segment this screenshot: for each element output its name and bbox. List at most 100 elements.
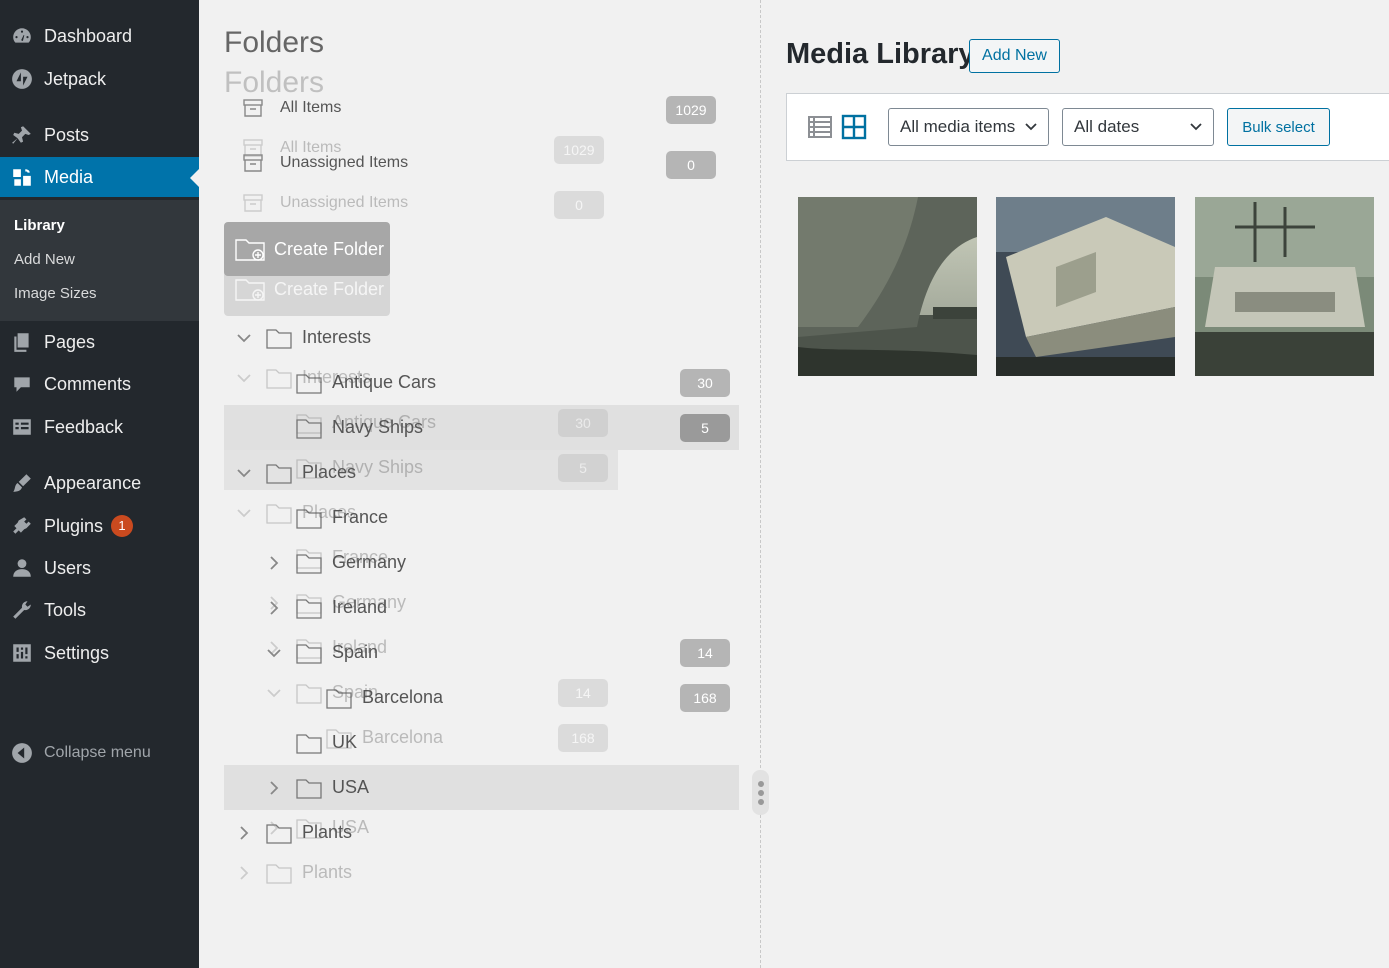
- ship-tower-image: [1195, 197, 1374, 376]
- create-folder-button[interactable]: Create Folder: [224, 222, 390, 276]
- folder-count: 168: [680, 684, 730, 712]
- ghost-row: Spain 14: [264, 670, 608, 715]
- menu-appearance[interactable]: Appearance: [0, 463, 199, 503]
- plug-icon: [0, 515, 44, 537]
- menu-feedback[interactable]: Feedback: [0, 407, 199, 447]
- collapse-menu-button[interactable]: Collapse menu: [0, 735, 199, 771]
- ghost-label: France: [332, 547, 389, 567]
- menu-jetpack[interactable]: Jetpack: [0, 59, 199, 99]
- all-items-row[interactable]: All Items 1029: [224, 88, 728, 128]
- menu-settings[interactable]: Settings: [0, 633, 199, 673]
- carrier-deck-image: [996, 197, 1175, 376]
- ghost-unassigned: Unassigned Items 0: [224, 183, 604, 223]
- ghost-count: 14: [558, 679, 608, 707]
- grid-view-icon[interactable]: [841, 114, 867, 140]
- menu-posts[interactable]: Posts: [0, 115, 199, 155]
- ghost-label: Places: [302, 502, 357, 522]
- chevron-down-icon: [1190, 123, 1202, 131]
- bulk-select-button[interactable]: Bulk select: [1227, 108, 1330, 146]
- panel-divider: [760, 0, 761, 968]
- ghost-label: Barcelona: [362, 727, 444, 747]
- archive-icon: [238, 96, 268, 120]
- dashboard-icon: [0, 25, 44, 47]
- chevron-right-icon[interactable]: [234, 823, 254, 843]
- date-filter[interactable]: All dates: [1062, 108, 1214, 146]
- ghost-row: Plants: [234, 850, 352, 895]
- folder-interests[interactable]: Interests: [234, 315, 371, 360]
- chevron-right-icon[interactable]: [264, 778, 284, 798]
- folder-count: 30: [680, 369, 730, 397]
- media-thumbnail[interactable]: [798, 197, 977, 376]
- media-thumbnail[interactable]: [996, 197, 1175, 376]
- ghost-label: Germany: [332, 592, 407, 612]
- ghost-row: France: [264, 535, 388, 580]
- media-thumbnail[interactable]: [1195, 197, 1374, 376]
- ghost-label: Spain: [332, 682, 379, 702]
- ghost-label: Plants: [302, 862, 353, 882]
- menu-label: Settings: [44, 642, 110, 663]
- pin-icon: [0, 124, 44, 146]
- all-items-label: All Items: [280, 99, 342, 116]
- menu-plugins[interactable]: Plugins 1: [0, 506, 199, 546]
- chevron-down-icon[interactable]: [234, 463, 254, 483]
- feedback-icon: [0, 416, 44, 438]
- ghost-count: 5: [558, 454, 608, 482]
- menu-label: Comments: [44, 373, 132, 394]
- ghost-row: USA: [264, 805, 369, 850]
- submenu-add-new[interactable]: Add New: [14, 251, 75, 268]
- jetpack-icon: [0, 68, 44, 90]
- ship-bow-image: [798, 197, 977, 376]
- menu-media[interactable]: Media: [0, 157, 199, 197]
- media-library: Media Library Add New All media items Al…: [762, 0, 1389, 968]
- media-submenu: Library Add New Image Sizes: [0, 200, 199, 321]
- archive-icon: [238, 151, 268, 175]
- submenu-library[interactable]: Library: [14, 217, 65, 234]
- date-filter-value: All dates: [1074, 117, 1140, 136]
- ghost-row: Antique Cars 30: [264, 400, 608, 445]
- collapse-arrow-icon: [0, 742, 44, 764]
- ghost-row: Navy Ships 5: [264, 445, 608, 490]
- add-new-button[interactable]: Add New: [969, 39, 1060, 73]
- ghost-row: Ireland: [264, 625, 387, 670]
- list-view-icon[interactable]: [807, 114, 833, 140]
- unassigned-items-count: 0: [666, 151, 716, 179]
- folder-count: 14: [680, 639, 730, 667]
- wrench-icon: [0, 599, 44, 621]
- ghost-row: Interests: [234, 355, 371, 400]
- menu-comments[interactable]: Comments: [0, 364, 199, 404]
- ghost-label: Navy Ships: [332, 457, 424, 477]
- media-icon: [0, 166, 44, 188]
- ghost-row: Places: [234, 490, 356, 535]
- menu-label: Jetpack: [44, 68, 107, 89]
- plugin-update-badge: 1: [111, 515, 134, 537]
- chevron-down-icon[interactable]: [234, 328, 254, 348]
- folder-icon: [264, 327, 294, 349]
- all-items-count: 1029: [666, 96, 716, 124]
- media-type-filter[interactable]: All media items: [888, 108, 1049, 146]
- menu-label: Pages: [44, 331, 96, 352]
- menu-users[interactable]: Users: [0, 548, 199, 588]
- ghost-label: Interests: [302, 367, 372, 387]
- pages-icon: [0, 331, 44, 353]
- create-folder-label: Create Folder: [274, 238, 385, 259]
- menu-label: Users: [44, 557, 92, 578]
- menu-pages[interactable]: Pages: [0, 322, 199, 362]
- ghost-count: 0: [554, 191, 604, 219]
- folder-count: 5: [680, 414, 730, 442]
- settings-icon: [0, 642, 44, 664]
- archive-icon: [238, 191, 268, 215]
- submenu-image-sizes[interactable]: Image Sizes: [14, 285, 97, 302]
- brush-icon: [0, 472, 44, 494]
- menu-label: Dashboard: [44, 25, 133, 46]
- chevron-down-icon: [1025, 123, 1037, 131]
- folder-usa[interactable]: USA: [264, 765, 369, 810]
- ghost-label: USA: [332, 817, 370, 837]
- media-type-value: All media items: [900, 117, 1016, 136]
- admin-sidebar: Dashboard Jetpack Posts Media Library Ad…: [0, 0, 199, 968]
- ghost-label: Create Folder: [274, 278, 385, 299]
- menu-tools[interactable]: Tools: [0, 590, 199, 630]
- unassigned-items-row[interactable]: Unassigned Items 0: [224, 143, 728, 183]
- menu-dashboard[interactable]: Dashboard: [0, 16, 199, 56]
- ghost-count: 30: [558, 409, 608, 437]
- folder-plus-icon: [235, 279, 265, 301]
